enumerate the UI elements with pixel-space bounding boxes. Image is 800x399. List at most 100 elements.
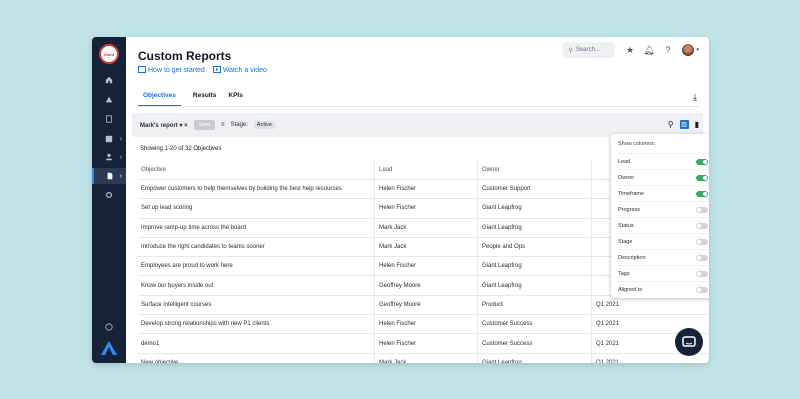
tab-objectives[interactable]: Objectives bbox=[138, 92, 181, 107]
toggle-switch[interactable] bbox=[696, 286, 708, 293]
toggle-switch[interactable] bbox=[696, 174, 708, 181]
column-option[interactable]: Lead bbox=[618, 153, 708, 169]
toggle-switch[interactable] bbox=[696, 222, 708, 229]
column-option[interactable]: Status bbox=[618, 217, 708, 233]
objective-cell[interactable]: Improve ramp-up time across the board bbox=[138, 218, 375, 237]
column-header[interactable]: Lead bbox=[375, 160, 478, 179]
save-button[interactable]: Save bbox=[193, 120, 216, 130]
column-option[interactable]: Aligned to bbox=[618, 281, 708, 297]
option-label: Progress bbox=[618, 206, 641, 213]
columns-icon[interactable]: ▥ bbox=[679, 120, 689, 129]
table-row[interactable]: demo1 Helen Fischer Customer Success Q1 202… bbox=[138, 334, 709, 354]
tab-results[interactable]: Results bbox=[193, 92, 216, 107]
lead-cell: Helen Fischer bbox=[375, 315, 478, 334]
option-label: Status bbox=[618, 222, 634, 229]
table-row[interactable]: Develop strong relationships with new P1… bbox=[138, 315, 709, 335]
column-option[interactable]: Progress bbox=[618, 201, 708, 217]
question-icon[interactable]: ? bbox=[663, 45, 672, 55]
chat-button[interactable] bbox=[675, 328, 703, 356]
column-header[interactable]: Objective bbox=[138, 160, 375, 179]
filter-icon[interactable]: ≡ bbox=[221, 122, 225, 128]
user-menu[interactable]: ▾ bbox=[682, 44, 699, 56]
watch-video-link[interactable]: Watch a video bbox=[212, 66, 267, 74]
company-logo[interactable]: Giant bbox=[99, 44, 119, 64]
video-label: Watch a video bbox=[222, 67, 267, 74]
objective-cell[interactable]: Employees are proud to work here bbox=[138, 257, 375, 276]
app-window: Giant › › › Custom Reports How to get st… bbox=[92, 37, 709, 363]
column-option[interactable]: Stage bbox=[618, 233, 708, 249]
option-label: Stage bbox=[618, 238, 633, 245]
option-label: Timeframe bbox=[618, 190, 645, 197]
owner-cell: Customer Success bbox=[478, 334, 592, 353]
objective-cell[interactable]: Introduce the right candidates to teams … bbox=[138, 237, 375, 257]
lead-cell: Helen Fischer bbox=[375, 334, 478, 353]
objective-cell[interactable]: Develop strong relationships with new P1… bbox=[138, 315, 375, 334]
report-name: Mark's report bbox=[140, 122, 178, 129]
help-links: How to get started Watch a video bbox=[138, 66, 267, 74]
sidebar: Giant › › › bbox=[92, 37, 126, 363]
option-label: Description bbox=[618, 254, 646, 261]
download-icon[interactable]: ⤓ bbox=[693, 92, 697, 103]
column-option[interactable]: Owner bbox=[618, 169, 708, 185]
bar-chart-icon[interactable]: ▮ bbox=[695, 120, 699, 129]
objective-cell[interactable]: Know our buyers inside out bbox=[138, 276, 375, 295]
lead-cell: Helen Fischer bbox=[375, 257, 478, 276]
grid-icon[interactable]: › bbox=[92, 132, 126, 146]
lead-cell: Geoffrey Moore bbox=[375, 276, 478, 295]
table-row[interactable]: Surface intelligent courses Geoffrey Moor… bbox=[138, 295, 709, 316]
column-header[interactable]: Owner bbox=[478, 160, 592, 179]
toggle-switch[interactable] bbox=[696, 206, 708, 213]
home-icon[interactable] bbox=[92, 73, 126, 87]
stage-filter[interactable]: Active bbox=[253, 121, 275, 129]
toggle-switch[interactable] bbox=[696, 238, 708, 245]
objective-cell[interactable]: demo1 bbox=[138, 334, 375, 353]
toggle-switch[interactable] bbox=[696, 190, 708, 197]
report-icon[interactable]: › bbox=[92, 168, 126, 184]
star-icon[interactable]: ★ bbox=[625, 45, 634, 55]
stage-label: Stage: bbox=[230, 122, 248, 128]
topbar-actions: ⚲ Search... ★ 🔔︎ ? ▾ bbox=[563, 42, 699, 58]
how-to-label: How to get started bbox=[148, 67, 205, 74]
column-option[interactable]: Tags bbox=[618, 265, 708, 281]
help-icon[interactable] bbox=[92, 320, 126, 334]
lead-cell: Helen Fischer bbox=[375, 199, 478, 218]
table-row[interactable]: New objective Mark Jack Giant Leapfrog Q1 2… bbox=[138, 353, 709, 363]
report-selector[interactable]: Mark's report ▾ × bbox=[140, 122, 188, 129]
objective-cell[interactable]: Set up lead scoring bbox=[138, 199, 375, 218]
result-count: Showing 1-20 of 32 Objectives bbox=[140, 146, 222, 152]
option-label: Aligned to bbox=[618, 286, 643, 293]
page-title: Custom Reports bbox=[138, 49, 232, 63]
objective-cell[interactable]: New objective bbox=[138, 353, 375, 363]
column-option[interactable]: Description bbox=[618, 249, 708, 265]
objective-cell[interactable]: Empower customers to help themselves by … bbox=[138, 180, 375, 199]
objective-cell[interactable]: Surface intelligent courses bbox=[138, 295, 375, 315]
building-icon[interactable] bbox=[92, 112, 126, 126]
toggle-switch[interactable] bbox=[696, 254, 708, 261]
lead-cell: Helen Fischer bbox=[375, 180, 478, 199]
search-placeholder: Search... bbox=[575, 47, 600, 53]
person-icon[interactable]: › bbox=[92, 150, 126, 164]
how-to-link[interactable]: How to get started bbox=[138, 66, 205, 74]
search-input[interactable]: ⚲ Search... bbox=[563, 42, 616, 58]
lead-cell: Mark Jack bbox=[375, 353, 478, 363]
search-icon[interactable]: ⚲ bbox=[668, 120, 674, 129]
owner-cell: Giant Leapfrog bbox=[478, 276, 592, 295]
owner-cell: Giant Leapfrog bbox=[478, 218, 592, 237]
chevron-down-icon: ▾ bbox=[696, 47, 699, 53]
gear-icon[interactable] bbox=[92, 188, 126, 202]
owner-cell: People and Ops bbox=[478, 237, 592, 257]
owner-cell: Giant Leapfrog bbox=[478, 257, 592, 276]
lead-cell: Geoffrey Moore bbox=[375, 295, 478, 315]
bell-icon[interactable]: 🔔︎ bbox=[643, 45, 654, 55]
toggle-switch[interactable] bbox=[696, 270, 708, 277]
chat-icon bbox=[682, 335, 696, 347]
toggle-switch[interactable] bbox=[696, 158, 708, 165]
avatar bbox=[682, 44, 695, 56]
video-icon bbox=[212, 66, 221, 73]
hierarchy-icon[interactable] bbox=[92, 93, 126, 107]
main-content: Custom Reports How to get started Watch … bbox=[126, 37, 709, 363]
tab-kpis[interactable]: KPIs bbox=[228, 92, 242, 107]
doc-icon bbox=[138, 66, 146, 73]
option-label: Tags bbox=[618, 270, 630, 277]
column-option[interactable]: Timeframe bbox=[618, 185, 708, 201]
